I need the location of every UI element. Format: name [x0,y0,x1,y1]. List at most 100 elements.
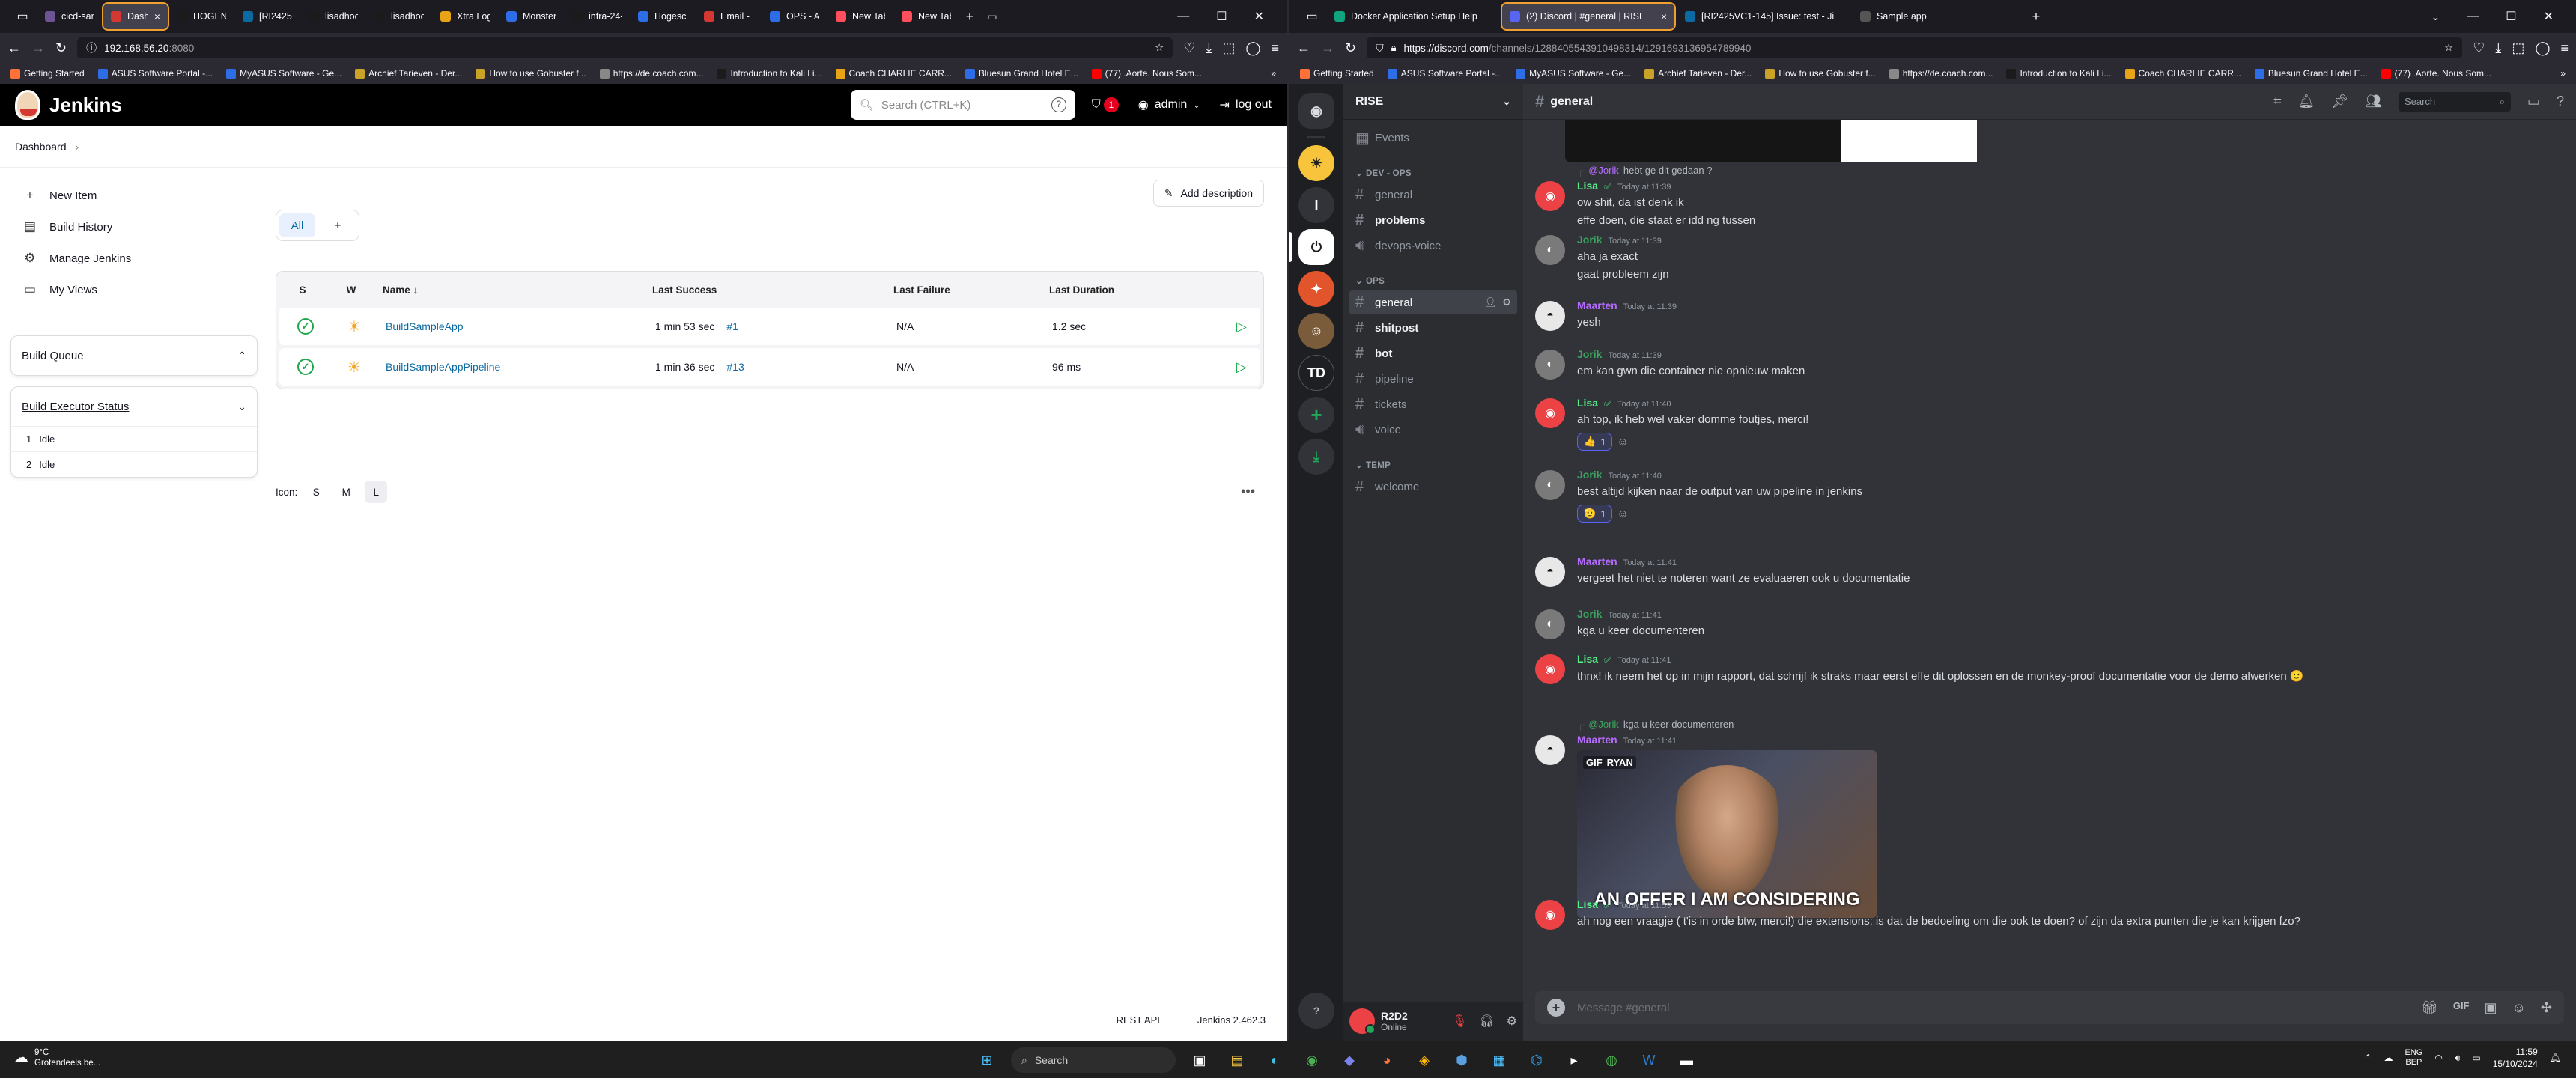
avatar[interactable]: ◐ [1535,609,1565,639]
tray-overflow-icon[interactable]: ⌃ [2364,1053,2372,1063]
search-input[interactable]: Search ⌕ [2398,91,2511,112]
back-icon[interactable]: ← [1297,40,1310,56]
events-item[interactable]: ▦ Events [1349,126,1517,150]
channel-problems[interactable]: # problems [1349,208,1517,232]
teams-icon[interactable]: ◆ [1336,1047,1363,1074]
bookmark-item[interactable]: ASUS Software Portal -... [97,68,213,79]
language-indicator[interactable]: ENG BEP [2405,1048,2422,1068]
maximize-icon[interactable]: ☐ [2506,9,2516,24]
avatar[interactable]: ◉ [1535,398,1565,428]
pocket-icon[interactable]: ♡ [1183,40,1195,56]
help-icon[interactable]: ? [1298,993,1334,1029]
server-header[interactable]: RISE ⌄ [1343,84,1523,120]
browser-tab[interactable]: New Tab [894,4,959,29]
chevron-down-icon[interactable]: ⌄ [237,401,246,413]
col-last-failure[interactable]: Last Failure [884,284,1040,296]
bookmark-item[interactable]: How to use Gobuster f... [476,68,586,79]
channel-pipeline[interactable]: # pipeline [1349,367,1517,391]
bookmark-item[interactable]: Introduction to Kali Li... [717,68,822,79]
help-icon[interactable]: ? [2557,94,2564,109]
add-description-button[interactable]: ✎ Add description [1152,180,1264,207]
tab-list-icon[interactable]: ⌄ [2431,10,2440,23]
tab-list-icon[interactable]: ▭ [981,10,1003,23]
firefox-icon[interactable]: ◕ [1373,1047,1400,1074]
bookmark-item[interactable]: (77) .Aorte. Nous Som... [1091,68,1202,79]
add-view-button[interactable]: + [320,213,356,237]
reload-icon[interactable]: ↻ [55,40,67,56]
browser-tab[interactable]: lisadhoog [301,4,365,29]
gift-icon[interactable]: 🎁︎ [2421,1000,2438,1016]
browser-tab[interactable]: (2) Discord | #general | RISE × [1501,2,1676,31]
reply-preview[interactable]: ┌ @Jorik hebt ge dit gedaan ? [1577,165,1712,176]
shield-icon[interactable]: ⛉ [1376,42,1384,55]
channel-voice[interactable]: 🔊︎ voice [1349,418,1517,442]
sticker-icon[interactable]: ▣ [2485,1000,2497,1016]
channel-category[interactable]: ⌄ OPS [1343,268,1523,289]
bookmark-star-icon[interactable]: ☆ [1155,42,1164,54]
page-info-icon[interactable]: ⓘ [86,40,97,55]
account-icon[interactable]: ◯ [1245,40,1260,56]
minimize-icon[interactable]: — [2467,10,2479,23]
browser-tab[interactable]: cicd-sam [37,4,102,29]
avatar[interactable]: ◓ [1535,301,1565,331]
avatar[interactable]: ◓ [1535,735,1565,765]
bookmark-item[interactable]: ASUS Software Portal -... [1387,68,1502,79]
embedded-image[interactable] [1565,120,1977,162]
message-author[interactable]: Lisa [1577,180,1598,192]
bookmark-item[interactable]: MyASUS Software - Ge... [1516,68,1631,79]
virtualbox-icon[interactable]: ⬢ [1448,1047,1475,1074]
col-name[interactable]: Name ↓ [374,284,643,296]
new-tab-icon[interactable]: + [2025,9,2047,25]
reload-icon[interactable]: ↻ [1345,40,1356,56]
build-queue-header[interactable]: Build Queue ⌃ [11,336,257,375]
weather-widget[interactable]: ☁ 9°C Grotendeels be... [13,1047,100,1068]
browser-tab[interactable]: Dashb × [102,2,169,31]
cmd-icon[interactable]: ▬ [1673,1047,1700,1074]
add-reaction-icon[interactable]: ☺ [1617,436,1628,448]
server-sun-icon[interactable]: ☀ [1298,145,1334,181]
browser-tab[interactable]: Sample app [1853,4,2025,29]
message-author[interactable]: Lisa [1577,653,1598,665]
file-explorer-icon[interactable]: ▤ [1224,1047,1251,1074]
gear-icon[interactable]: ⚙ [1502,296,1511,308]
reaction-pill[interactable]: 🫡 1 [1577,505,1613,523]
menu-icon[interactable]: ≡ [2560,40,2569,56]
security-notifications[interactable]: ⛉ 1 [1092,97,1119,112]
browser-tab[interactable]: infra-24-2 [565,4,629,29]
wifi-icon[interactable]: ◠ [2434,1053,2442,1063]
channel-general[interactable]: # general 👤︎ ⚙ [1349,290,1517,314]
download-apps-icon[interactable]: ⤓ [1298,439,1334,475]
chevron-up-icon[interactable]: ⌃ [237,350,246,362]
schedule-build-icon[interactable]: ▷ [1236,359,1263,375]
reaction-pill[interactable]: 👍 1 [1577,433,1613,451]
menu-icon[interactable]: ≡ [1271,40,1279,56]
add-reaction-icon[interactable]: ☺ [1617,508,1628,520]
onedrive-icon[interactable]: ☁ [2384,1053,2393,1063]
apps-icon[interactable]: ✣ [2541,1000,2552,1016]
browser-icon[interactable]: ◍ [1598,1047,1625,1074]
bookmark-item[interactable]: How to use Gobuster f... [1765,68,1876,79]
bookmark-item[interactable]: https://de.coach.com... [1889,68,1993,79]
avatar[interactable]: ◐ [1535,470,1565,500]
col-weather[interactable]: W [329,284,374,296]
close-tab-icon[interactable]: × [154,10,160,22]
gif-icon[interactable]: GIF [2453,1000,2470,1016]
notification-bell-icon[interactable]: 🔔︎ [2297,94,2315,109]
member-list-icon[interactable]: 👥︎ [2365,94,2382,109]
threads-icon[interactable]: ⌗ [2273,94,2281,109]
message-author[interactable]: Lisa [1577,397,1598,409]
col-last-success[interactable]: Last Success [643,284,884,296]
jenkins-logo[interactable]: Jenkins [15,90,122,120]
channel-welcome[interactable]: # welcome [1349,475,1517,499]
browser-tab[interactable]: Xtra Login [433,4,497,29]
chrome-icon[interactable]: ◉ [1298,1047,1325,1074]
avatar[interactable]: ◓ [1535,557,1565,587]
bookmark-item[interactable]: Introduction to Kali Li... [2006,68,2112,79]
bookmark-item[interactable]: (77) .Aorte. Nous Som... [2381,68,2491,79]
avatar[interactable]: ◉ [1535,654,1565,684]
pocket-icon[interactable]: ♡ [2473,40,2485,56]
browser-tab[interactable]: Hogeschc [631,4,695,29]
minimize-icon[interactable]: — [1177,10,1189,23]
avatar[interactable]: ◐ [1535,235,1565,265]
word-icon[interactable]: W [1635,1047,1662,1074]
